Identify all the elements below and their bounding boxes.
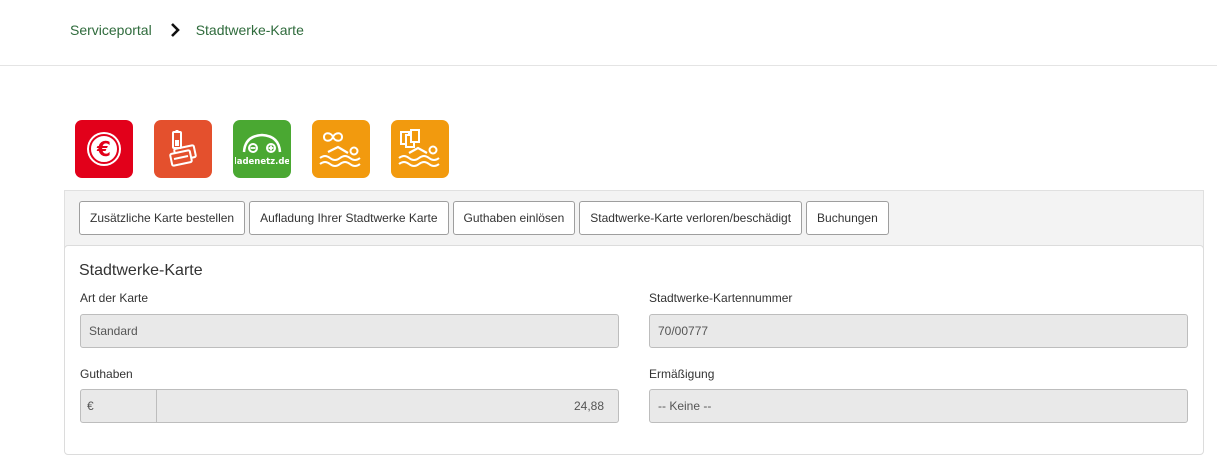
card-type-label: Art der Karte	[80, 291, 149, 305]
top-bar: Serviceportal Stadtwerke-Karte	[0, 0, 1217, 66]
charge-card-icon	[161, 127, 205, 171]
swim-tickets-icon	[395, 127, 445, 171]
card-title: Stadtwerke-Karte	[79, 262, 203, 279]
breadcrumb-stadtwerke-karte-link[interactable]: Stadtwerke-Karte	[196, 22, 304, 38]
card-type-field: Standard	[80, 314, 619, 348]
tile-ladenetz[interactable]: ladenetz.de	[233, 120, 291, 178]
svg-text:€: €	[96, 137, 111, 161]
balance-label: Guthaben	[80, 367, 133, 381]
ladenetz-logo-text: ladenetz.de	[235, 157, 289, 167]
tile-charge-card[interactable]	[154, 120, 212, 178]
bookings-button[interactable]: Buchungen	[806, 201, 889, 235]
euro-icon: €	[84, 129, 124, 169]
swim-infinity-icon	[316, 127, 366, 171]
action-tabs: Zusätzliche Karte bestellen Aufladung Ih…	[79, 201, 889, 235]
currency-addon: €	[81, 390, 157, 422]
top-up-card-button[interactable]: Aufladung Ihrer Stadtwerke Karte	[249, 201, 449, 235]
ladenetz-car-icon: ladenetz.de	[235, 124, 289, 174]
discount-label: Ermäßigung	[649, 367, 715, 381]
card-lost-damaged-button[interactable]: Stadtwerke-Karte verloren/beschädigt	[579, 201, 803, 235]
tile-euro[interactable]: €	[75, 120, 133, 178]
balance-amount: 24,88	[573, 399, 604, 413]
card-number-label: Stadtwerke-Kartennummer	[649, 291, 793, 305]
balance-field: € 24,88	[80, 389, 619, 423]
card-details	[64, 245, 1204, 455]
discount-field: -- Keine --	[649, 389, 1188, 423]
tile-swim-infinity[interactable]	[312, 120, 370, 178]
breadcrumb-serviceportal-link[interactable]: Serviceportal	[70, 22, 152, 38]
redeem-credit-button[interactable]: Guthaben einlösen	[452, 201, 576, 235]
breadcrumb: Serviceportal Stadtwerke-Karte	[70, 22, 304, 38]
order-additional-card-button[interactable]: Zusätzliche Karte bestellen	[79, 201, 246, 235]
service-tiles: € ladenetz.de	[75, 120, 449, 178]
card-number-field: 70/00777	[649, 314, 1188, 348]
chevron-right-icon	[170, 23, 180, 37]
tile-swim-tickets[interactable]	[391, 120, 449, 178]
